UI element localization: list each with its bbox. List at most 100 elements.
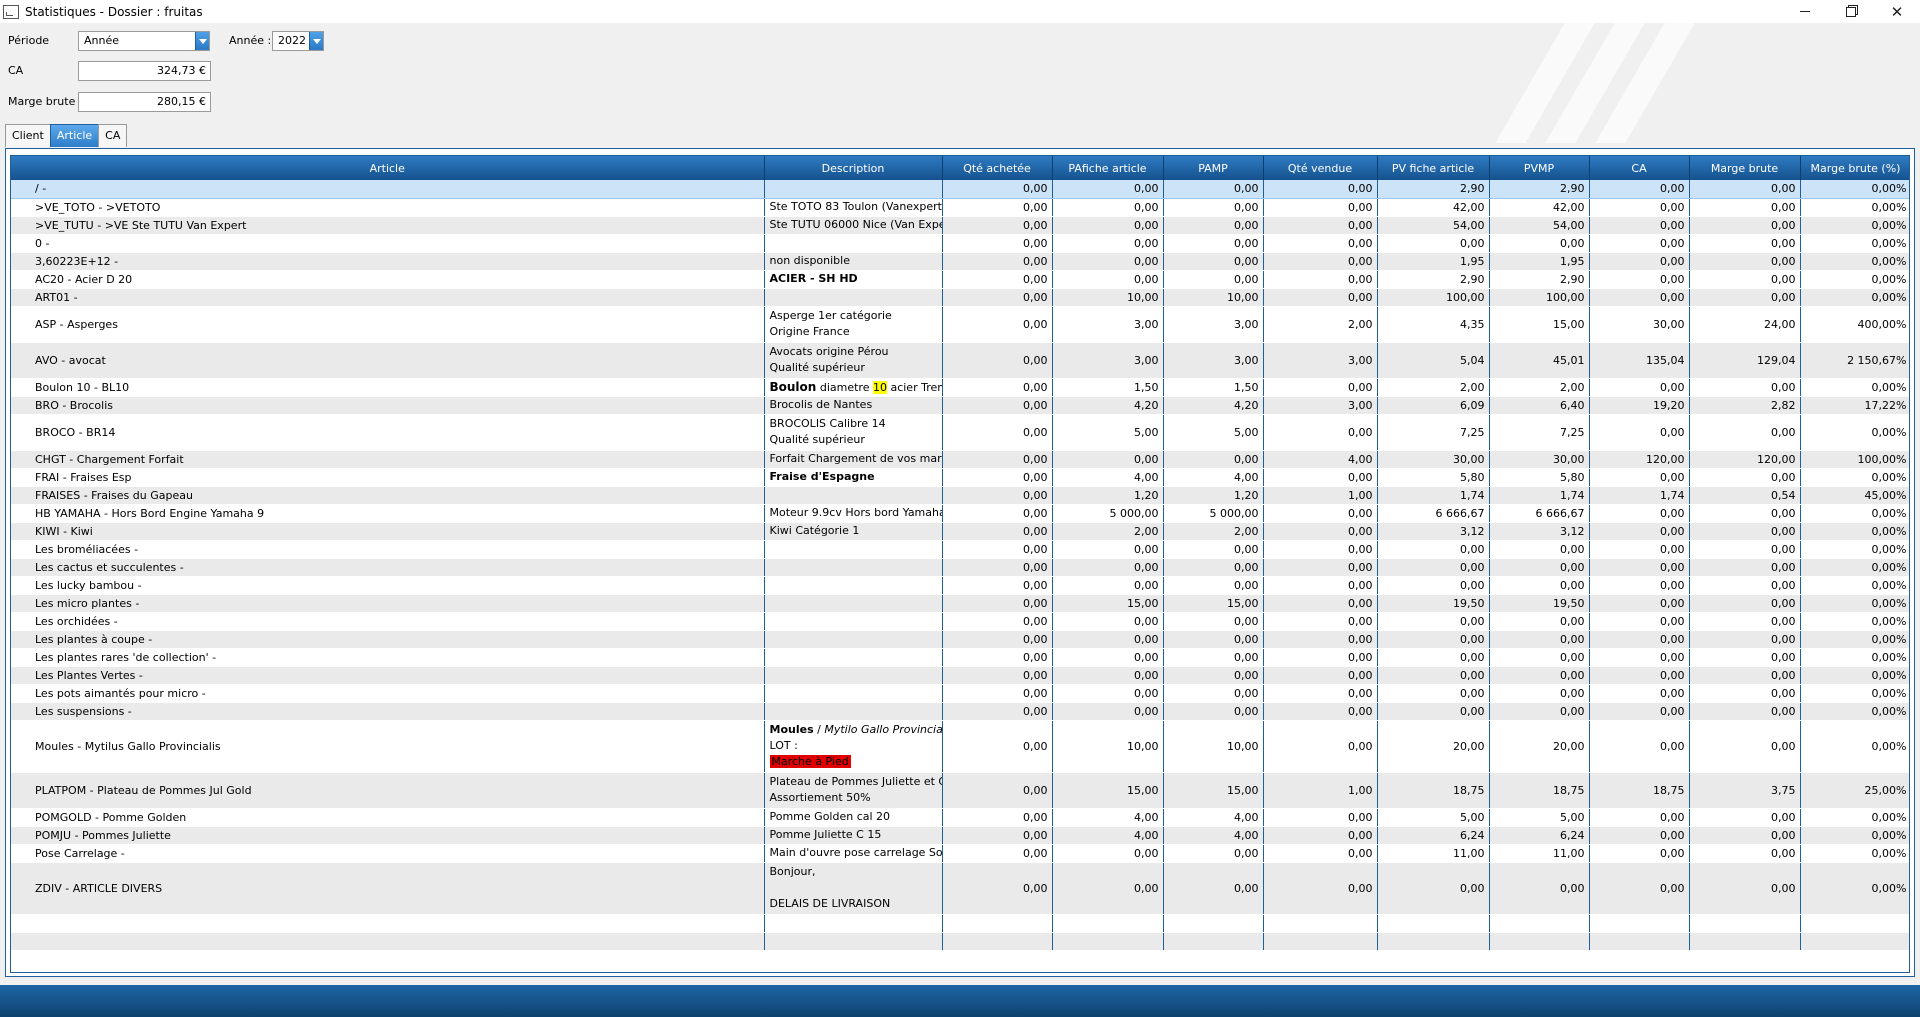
col-header-qte-vendue[interactable]: Qté vendue	[1263, 156, 1378, 180]
table-row[interactable]: Les plantes à coupe -0,00 0,00 0,00 0,00 0,0…	[11, 630, 1909, 649]
table-row[interactable]: HB YAMAHA - Hors Bord Engine Yamaha 9 Mot…	[11, 504, 1909, 523]
tab-ca[interactable]: CA	[98, 124, 128, 147]
col-header-qte-achetee[interactable]: Qté achetée	[942, 156, 1053, 180]
cell-pvfiche: 0,00	[1377, 576, 1490, 595]
cell-ca: 0,00	[1589, 180, 1690, 199]
table-row[interactable]: Les suspensions -0,00 0,00 0,00 0,00 0,00 0,0…	[11, 702, 1909, 721]
cell-ca: 0,00	[1589, 234, 1690, 253]
table-row[interactable]: PLATPOM - Plateau de Pommes Jul Gold Plat…	[11, 772, 1909, 809]
table-row[interactable]: POMGOLD - Pomme Golden Pomme Golden cal 2…	[11, 808, 1909, 827]
col-header-description[interactable]: Description	[764, 156, 943, 180]
window-controls: ✕	[1782, 0, 1920, 23]
cell-pvfiche: 1,95	[1377, 252, 1490, 271]
cell-ca: 120,00	[1589, 450, 1690, 469]
cell-pamp: 0,00	[1163, 234, 1264, 253]
table-row[interactable]: Les broméliacées -0,00 0,00 0,00 0,00 0,00 0,…	[11, 540, 1909, 559]
cell-qte-achetee: 0,00	[942, 666, 1053, 685]
periode-select[interactable]: Année	[78, 31, 210, 51]
table-row[interactable]: Les orchidées -0,00 0,00 0,00 0,00 0,00 0,00 0…	[11, 612, 1909, 631]
table-row[interactable]: Les cactus et succulentes -0,00 0,00 0,00 0…	[11, 558, 1909, 577]
marge-label: Marge brute	[8, 95, 76, 108]
table-row[interactable]: 0 -0,00 0,00 0,00 0,00 0,00 0,00 0,00 0,00 0,00%	[11, 234, 1909, 253]
chevron-down-icon[interactable]	[309, 32, 323, 50]
cell-pvmp: 0,00	[1489, 702, 1590, 721]
table-row[interactable]: Les pots aimantés pour micro -0,00 0,00 0,…	[11, 684, 1909, 703]
close-icon[interactable]: ✕	[1874, 0, 1920, 23]
col-header-pamp[interactable]: PAMP	[1163, 156, 1264, 180]
cell-marge-brute: 0,00	[1689, 216, 1801, 235]
table-row[interactable]: Pose Carrelage - Main d'ouvre pose carrel…	[11, 844, 1909, 863]
table-row[interactable]: KIWI - Kiwi Kiwi Catégorie 1 0,00 2,00 2,00 0…	[11, 522, 1909, 541]
table-row[interactable]: BRO - Brocolis Brocolis de Nantes 0,00 4,20…	[11, 396, 1909, 415]
chevron-down-icon[interactable]	[195, 32, 209, 50]
cell-description: non disponible	[764, 252, 943, 271]
cell-ca: 0,00	[1589, 252, 1690, 271]
cell-marge-pct: 0,00%	[1800, 504, 1909, 523]
periode-label: Période	[8, 34, 50, 47]
col-header-pvfiche[interactable]: PV fiche article	[1377, 156, 1490, 180]
cell-qte-vendue: 0,00	[1263, 702, 1378, 721]
cell-pvmp: 2,00	[1489, 378, 1590, 397]
table-row[interactable]: Les Plantes Vertes -0,00 0,00 0,00 0,00 0,00…	[11, 666, 1909, 685]
empty-cell	[764, 914, 943, 933]
cell-pafiche: 15,00	[1052, 594, 1164, 613]
table-row[interactable]: AVO - avocat Avocats origine Pérou Qualité…	[11, 342, 1909, 379]
cell-marge-brute: 0,00	[1689, 234, 1801, 253]
cell-marge-pct: 0,00%	[1800, 702, 1909, 721]
cell-qte-vendue: 0,00	[1263, 522, 1378, 541]
table-row[interactable]: FRAI - Fraises Esp Fraise d'Espagne 0,00 4,…	[11, 468, 1909, 487]
table-row[interactable]: Les lucky bambou -0,00 0,00 0,00 0,00 0,00 0,…	[11, 576, 1909, 595]
cell-pamp: 4,00	[1163, 808, 1264, 827]
cell-pamp: 3,00	[1163, 306, 1264, 343]
desc-line: Pomme Juliette C 15	[769, 828, 882, 841]
cell-pvfiche: 11,00	[1377, 844, 1490, 863]
col-header-pvmp[interactable]: PVMP	[1489, 156, 1590, 180]
table-row[interactable]: FRAISES - Fraises du Gapeau 0,00 1,20 1,20 1…	[11, 486, 1909, 505]
cell-article: Les plantes rares 'de collection' -	[11, 648, 765, 667]
col-header-pafiche[interactable]: PAfiche article	[1052, 156, 1164, 180]
table-row[interactable]: ZDIV - ARTICLE DIVERS Bonjour, DELAIS DE …	[11, 862, 1909, 915]
tab-client[interactable]: Client	[5, 124, 51, 147]
minimize-icon[interactable]	[1782, 0, 1828, 23]
cell-article: Les lucky bambou -	[11, 576, 765, 595]
cell-pafiche: 0,00	[1052, 216, 1164, 235]
table-row[interactable]: Moules - Mytilus Gallo Provincialis Moule…	[11, 720, 1909, 773]
table-row[interactable]: Les micro plantes -0,00 15,00 15,00 0,00 19,…	[11, 594, 1909, 613]
col-header-marge-pct[interactable]: Marge brute (%)	[1800, 156, 1909, 180]
cell-marge-brute: 0,00	[1689, 594, 1801, 613]
cell-article: Les micro plantes -	[11, 594, 765, 613]
col-header-marge-brute[interactable]: Marge brute	[1689, 156, 1801, 180]
title-bar: Statistiques - Dossier : fruitas ✕	[0, 0, 1920, 23]
cell-marge-pct: 45,00%	[1800, 486, 1909, 505]
table-row[interactable]: 3,60223E+12 - non disponible 0,00 0,00 0,00 0…	[11, 252, 1909, 271]
table-row[interactable]: >VE_TUTU - >VE Ste TUTU Van Expert Ste TU…	[11, 216, 1909, 235]
table-row[interactable]: / -0,00 0,00 0,00 0,00 2,90 2,90 0,00 0,00 0,00%	[11, 180, 1909, 199]
cell-marge-pct: 0,00%	[1800, 180, 1909, 199]
cell-pvmp: 0,00	[1489, 684, 1590, 703]
cell-qte-achetee: 0,00	[942, 468, 1053, 487]
table-row[interactable]: POMJU - Pommes Juliette Pomme Juliette C …	[11, 826, 1909, 845]
cell-article: >VE_TOTO - >VETOTO	[11, 198, 765, 217]
cell-pvmp: 15,00	[1489, 306, 1590, 343]
table-row[interactable]: Les plantes rares 'de collection' -0,00 0…	[11, 648, 1909, 667]
table-row[interactable]: CHGT - Chargement Forfait Forfait Chargem…	[11, 450, 1909, 469]
cell-description: Kiwi Catégorie 1	[764, 522, 943, 541]
col-header-article[interactable]: Article	[11, 156, 765, 180]
cell-article: Les cactus et succulentes -	[11, 558, 765, 577]
table-row[interactable]: >VE_TOTO - >VETOTO Ste TOTO 83 Toulon (Va…	[11, 198, 1909, 217]
col-header-ca[interactable]: CA	[1589, 156, 1690, 180]
cell-marge-pct: 0,00%	[1800, 522, 1909, 541]
cell-marge-pct: 25,00%	[1800, 772, 1909, 809]
empty-cell	[1589, 932, 1690, 951]
tab-article[interactable]: Article	[49, 124, 100, 147]
table-row[interactable]: Boulon 10 - BL10 Boulon diametre 10 acier…	[11, 378, 1909, 397]
table-row[interactable]: ART01 -0,00 10,00 10,00 0,00 100,00 100,00 0,0…	[11, 288, 1909, 307]
table-row[interactable]: ASP - Asperges Asperge 1er catégorie Origi…	[11, 306, 1909, 343]
annee-select[interactable]: 2022	[272, 31, 324, 51]
cell-description	[764, 702, 943, 721]
maximize-icon[interactable]	[1828, 0, 1874, 23]
cell-ca: 0,00	[1589, 684, 1690, 703]
cell-pvmp: 19,50	[1489, 594, 1590, 613]
table-row[interactable]: AC20 - Acier D 20 ACIER - SH HD 0,00 0,00 0,…	[11, 270, 1909, 289]
table-row[interactable]: BROCO - BR14 BROCOLIS Calibre 14 Qualité s…	[11, 414, 1909, 451]
